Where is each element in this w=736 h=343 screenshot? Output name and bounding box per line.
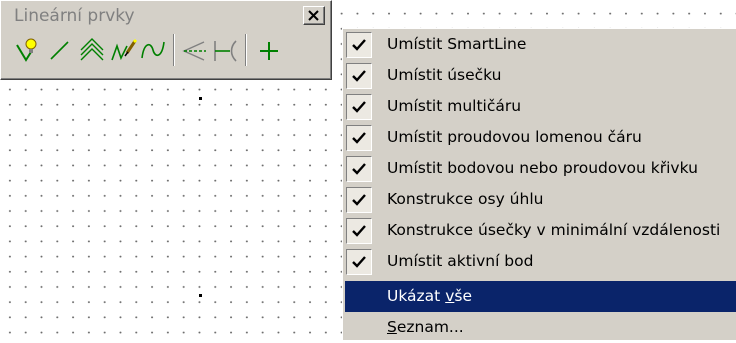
checkmark-box	[346, 63, 372, 89]
checkmark-icon	[352, 39, 366, 51]
checkmark-icon	[352, 101, 366, 113]
checkmark-icon	[352, 132, 366, 144]
menu-item-label: Umístit úsečku	[387, 66, 502, 84]
menu-item-show-all[interactable]: Ukázat vše	[345, 281, 736, 312]
toolbar-separator	[245, 34, 247, 66]
menu-item-min-distance[interactable]: Konstrukce úsečky v minimální vzdálenost…	[345, 215, 736, 246]
toolbar-title: Lineární prvky	[14, 6, 135, 26]
menu-item-stream-polyline[interactable]: Umístit proudovou lomenou čáru	[345, 122, 736, 153]
menu-item-label: Konstrukce osy úhlu	[387, 190, 544, 208]
smartline-tool-button[interactable]	[13, 33, 43, 67]
min-distance-tool-icon	[214, 40, 237, 62]
checkmark-icon	[352, 256, 366, 268]
toolbar-separator	[173, 34, 175, 66]
menu-item-line[interactable]: Umístit úsečku	[345, 60, 736, 91]
menu-item-label: Seznam...	[387, 318, 464, 336]
menu-item-label: Umístit SmartLine	[387, 35, 527, 53]
multiline-tool-icon	[80, 38, 104, 61]
menu-item-label: Ukázat vše	[387, 287, 472, 305]
checkmark-icon	[352, 163, 366, 175]
active-point-tool-icon	[260, 42, 278, 60]
menu-item-curve[interactable]: Umístit bodovou nebo proudovou křivku	[345, 153, 736, 184]
menu-item-list[interactable]: Seznam...	[345, 312, 736, 343]
context-menu: Umístit SmartLine Umístit úsečku Umístit…	[342, 28, 736, 340]
checkmark-box	[346, 187, 372, 213]
menu-item-active-point[interactable]: Umístit aktivní bod	[345, 246, 736, 277]
angle-bisector-tool-icon	[182, 41, 206, 61]
curve-tool-icon	[141, 41, 165, 59]
menu-item-smartline[interactable]: Umístit SmartLine	[345, 29, 736, 60]
checkmark-box	[346, 218, 372, 244]
menu-item-label: Umístit proudovou lomenou čáru	[387, 128, 642, 146]
menu-item-label: Umístit aktivní bod	[387, 252, 534, 270]
stream-line-tool-button[interactable]	[109, 33, 139, 67]
show-all-text: Ukázat	[387, 287, 446, 305]
linear-elements-toolbar: Lineární prvky	[0, 0, 332, 80]
menu-item-label: Konstrukce úsečky v minimální vzdálenost…	[387, 221, 721, 239]
canvas-point-marker	[199, 294, 202, 297]
checkmark-box	[346, 156, 372, 182]
menu-item-label: Umístit multičáru	[387, 97, 522, 115]
close-button[interactable]	[303, 6, 325, 25]
checkmark-box	[346, 94, 372, 120]
menu-item-label: Umístit bodovou nebo proudovou křivku	[387, 159, 698, 177]
checkmark-box	[346, 32, 372, 58]
checkmark-box	[346, 249, 372, 275]
close-icon	[308, 10, 319, 21]
angle-bisector-tool-button[interactable]	[179, 33, 209, 67]
checkmark-icon	[352, 225, 366, 237]
smartline-tool-icon	[16, 38, 37, 62]
list-text: eznam...	[396, 318, 464, 336]
checkmark-icon	[352, 194, 366, 206]
show-all-accelerator: v	[445, 287, 455, 305]
list-accelerator: S	[387, 318, 397, 336]
line-tool-button[interactable]	[45, 33, 75, 67]
checkmark-box	[346, 125, 372, 151]
multiline-tool-button[interactable]	[77, 33, 107, 67]
show-all-text-end: še	[454, 287, 472, 305]
checkmark-icon	[352, 70, 366, 82]
canvas-point-marker	[199, 97, 202, 100]
active-point-tool-button[interactable]	[254, 33, 284, 67]
menu-item-multiline[interactable]: Umístit multičáru	[345, 91, 736, 122]
stream-line-tool-icon	[111, 38, 138, 61]
curve-tool-button[interactable]	[139, 33, 169, 67]
menu-item-angle-bisector[interactable]: Konstrukce osy úhlu	[345, 184, 736, 215]
toolbar-tools	[9, 31, 325, 71]
min-distance-tool-button[interactable]	[211, 33, 241, 67]
line-tool-icon	[50, 41, 69, 60]
toolbar-titlebar[interactable]: Lineární prvky	[4, 3, 327, 27]
